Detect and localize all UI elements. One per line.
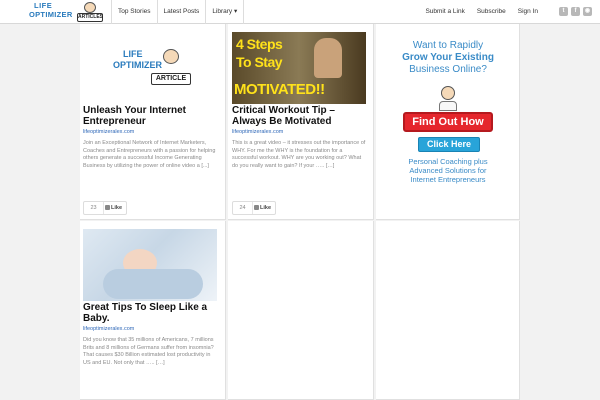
post-card: LIFE OPTIMIZER ARTICLE Unleash Your Inte… bbox=[80, 24, 226, 220]
mascot-face-icon bbox=[84, 2, 96, 13]
ad-footer-line3: Internet Entrepreneurs bbox=[410, 175, 486, 184]
thumb-text-line2: To Stay bbox=[236, 54, 283, 70]
thumbs-up-icon bbox=[105, 205, 110, 210]
post-thumbnail[interactable]: LIFE OPTIMIZER ARTICLE bbox=[83, 31, 217, 103]
logo-line1: LIFE bbox=[34, 1, 53, 10]
like-label: Like bbox=[260, 205, 272, 211]
rss-icon[interactable]: ◉ bbox=[583, 7, 592, 16]
like-button[interactable]: 23 Like bbox=[83, 201, 127, 215]
empty-grid-cell bbox=[228, 221, 374, 400]
thumb-logo-line1: LIFE bbox=[123, 49, 143, 59]
like-label: Like bbox=[111, 205, 123, 211]
sign-in-link[interactable]: Sign In bbox=[512, 0, 544, 24]
post-title[interactable]: Critical Workout Tip – Always Be Motivat… bbox=[232, 105, 368, 127]
twitter-icon[interactable]: t bbox=[559, 7, 568, 16]
like-count: 23 bbox=[84, 202, 104, 214]
thumb-logo-badge: ARTICLE bbox=[151, 73, 191, 85]
submit-link-button[interactable]: Submit a Link bbox=[419, 0, 470, 24]
site-logo[interactable]: LIFE OPTIMIZER ARTICLES bbox=[28, 2, 104, 22]
post-card: 4 Steps To Stay MOTIVATED!! Critical Wor… bbox=[228, 24, 374, 220]
post-title[interactable]: Unleash Your Internet Entrepreneur bbox=[83, 105, 219, 127]
ad-headline-2: Grow Your Existing bbox=[402, 52, 494, 63]
top-navbar: LIFE OPTIMIZER ARTICLES Top Stories Late… bbox=[0, 0, 600, 24]
thumb-logo-line2: OPTIMIZER bbox=[113, 60, 162, 70]
post-card: Great Tips To Sleep Like a Baby. lifeopt… bbox=[80, 221, 226, 400]
post-title[interactable]: Great Tips To Sleep Like a Baby. bbox=[83, 302, 219, 324]
post-source[interactable]: lifeoptimizeralex.com bbox=[83, 129, 134, 135]
person-photo bbox=[314, 38, 342, 78]
like-button[interactable]: 24 Like bbox=[232, 201, 276, 215]
post-source[interactable]: lifeoptimizeralex.com bbox=[83, 326, 134, 332]
nav-library-dropdown[interactable]: Library ▾ bbox=[205, 0, 245, 24]
post-excerpt: Join an Exceptional Network of Internet … bbox=[83, 140, 216, 169]
social-icons: t f ◉ bbox=[559, 7, 592, 16]
account-links: Submit a Link Subscribe Sign In bbox=[419, 0, 544, 24]
click-here-button[interactable]: Click Here bbox=[418, 137, 480, 152]
like-count: 24 bbox=[233, 202, 253, 214]
main-nav: Top Stories Latest Posts Library ▾ bbox=[111, 0, 245, 24]
nav-latest-posts[interactable]: Latest Posts bbox=[156, 0, 206, 24]
thumb-text-line1: 4 Steps bbox=[236, 36, 283, 52]
find-out-how-button[interactable]: Find Out How bbox=[403, 112, 493, 132]
post-thumbnail[interactable] bbox=[83, 229, 217, 301]
thumbs-up-icon bbox=[254, 205, 259, 210]
thumb-text-line3: MOTIVATED!! bbox=[234, 81, 325, 98]
post-excerpt: This is a great video – it stresses out … bbox=[232, 140, 366, 169]
nav-top-stories[interactable]: Top Stories bbox=[111, 0, 157, 24]
ad-banner[interactable]: Want to Rapidly Grow Your Existing Busin… bbox=[376, 24, 520, 220]
post-excerpt: Did you know that 35 millions of America… bbox=[83, 337, 214, 366]
logo-line2: OPTIMIZER bbox=[29, 10, 73, 19]
ad-footer-line2: Advanced Solutions for bbox=[409, 166, 487, 175]
mascot-face-icon bbox=[163, 49, 179, 64]
logo-badge: ARTICLES bbox=[77, 13, 103, 22]
ad-headline-3: Business Online? bbox=[409, 64, 487, 75]
subscribe-link[interactable]: Subscribe bbox=[471, 0, 512, 24]
ad-headline-1: Want to Rapidly bbox=[412, 40, 484, 51]
facebook-icon[interactable]: f bbox=[571, 7, 580, 16]
empty-grid-cell bbox=[376, 221, 520, 400]
post-thumbnail[interactable]: 4 Steps To Stay MOTIVATED!! bbox=[232, 32, 366, 104]
post-source[interactable]: lifeoptimizeralex.com bbox=[232, 129, 283, 135]
ad-footer-line1: Personal Coaching plus bbox=[408, 157, 488, 166]
